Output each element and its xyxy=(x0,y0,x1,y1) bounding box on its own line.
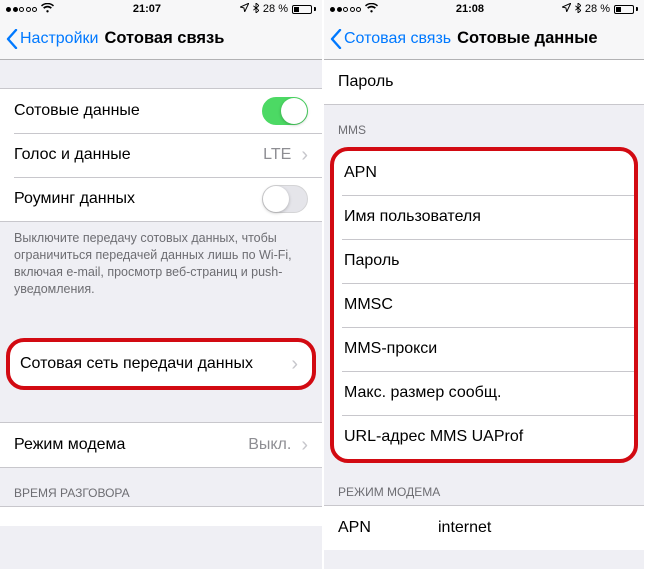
signal-dots-icon xyxy=(330,7,361,12)
label: MMS-прокси xyxy=(344,340,437,358)
bluetooth-icon xyxy=(575,3,581,16)
value: internet xyxy=(438,519,630,537)
highlight-network: Сотовая сеть передачи данных › xyxy=(6,338,316,390)
row-roaming[interactable]: Роуминг данных xyxy=(0,177,322,221)
battery-percent: 28 % xyxy=(263,3,288,15)
location-icon xyxy=(562,3,571,15)
footnote-cellular: Выключите передачу сотовых данных, чтобы… xyxy=(0,222,322,306)
wifi-icon xyxy=(365,3,378,16)
battery-percent: 28 % xyxy=(585,3,610,15)
chevron-right-icon: › xyxy=(291,354,298,374)
row-mms-mmsc[interactable]: MMSC xyxy=(334,283,634,327)
location-icon xyxy=(240,3,249,15)
chevron-left-icon xyxy=(330,29,342,49)
row-mms-apn[interactable]: APN xyxy=(334,151,634,195)
label: Макс. размер сообщ. xyxy=(344,384,501,402)
back-label: Сотовая связь xyxy=(344,30,451,48)
back-label: Настройки xyxy=(20,30,98,48)
section-call-time: ВРЕМЯ РАЗГОВОРА xyxy=(0,468,322,506)
back-button[interactable]: Сотовая связь xyxy=(330,29,451,49)
row-mms-size[interactable]: Макс. размер сообщ. xyxy=(334,371,634,415)
nav-title: Сотовая связь xyxy=(104,29,224,48)
group-hotspot-apn: APN internet xyxy=(324,505,644,550)
switch-roaming[interactable] xyxy=(262,185,308,213)
back-button[interactable]: Настройки xyxy=(6,29,98,49)
row-voice-data[interactable]: Голос и данные LTE › xyxy=(0,133,322,177)
row-password-top[interactable]: Пароль xyxy=(324,60,644,104)
switch-cellular-data[interactable] xyxy=(262,97,308,125)
battery-icon xyxy=(292,5,316,14)
screen-cellular-data: 21:08 28 % Сотовая связь Сотовые данные … xyxy=(322,0,644,569)
value: Выкл. xyxy=(248,436,291,454)
label: Роуминг данных xyxy=(14,190,135,208)
row-mms-proxy[interactable]: MMS-прокси xyxy=(334,327,634,371)
chevron-left-icon xyxy=(6,29,18,49)
row-mms-uaprof[interactable]: URL-адрес MMS UAProf xyxy=(334,415,634,459)
group-data-options: Сотовые данные Голос и данные LTE › Роум… xyxy=(0,88,322,222)
label: APN xyxy=(344,164,377,182)
status-bar: 21:08 28 % xyxy=(324,0,644,18)
label: Режим модема xyxy=(14,436,125,454)
nav-bar: Настройки Сотовая связь xyxy=(0,18,322,60)
chevron-right-icon: › xyxy=(301,145,308,165)
nav-bar: Сотовая связь Сотовые данные xyxy=(324,18,644,60)
row-hotspot[interactable]: Режим модема Выкл. › xyxy=(0,423,322,467)
label: APN xyxy=(338,519,418,537)
group-hotspot: Режим модема Выкл. › xyxy=(0,422,322,468)
row-mms-pass[interactable]: Пароль xyxy=(334,239,634,283)
row-cellular-network[interactable]: Сотовая сеть передачи данных › xyxy=(10,342,312,386)
label: Пароль xyxy=(344,252,400,270)
status-bar: 21:07 28 % xyxy=(0,0,322,18)
wifi-icon xyxy=(41,3,54,16)
value: LTE xyxy=(263,146,291,164)
nav-title: Сотовые данные xyxy=(457,29,597,48)
label: Сотовые данные xyxy=(14,102,140,120)
label: MMSC xyxy=(344,296,393,314)
row-cellular-data[interactable]: Сотовые данные xyxy=(0,89,322,133)
label: Голос и данные xyxy=(14,146,131,164)
row-hotspot-apn[interactable]: APN internet xyxy=(324,506,644,550)
battery-icon xyxy=(614,5,638,14)
section-hotspot: РЕЖИМ МОДЕМА xyxy=(324,467,644,505)
section-mms: MMS xyxy=(324,105,644,143)
bluetooth-icon xyxy=(253,3,259,16)
row-mms-user[interactable]: Имя пользователя xyxy=(334,195,634,239)
highlight-mms: APN Имя пользователя Пароль MMSC MMS-про… xyxy=(330,147,638,463)
group-top: Пароль xyxy=(324,60,644,105)
chevron-right-icon: › xyxy=(301,435,308,455)
label: URL-адрес MMS UAProf xyxy=(344,428,523,446)
label: Пароль xyxy=(338,73,394,91)
label: Сотовая сеть передачи данных xyxy=(20,355,253,373)
status-time: 21:07 xyxy=(133,3,161,15)
status-time: 21:08 xyxy=(456,3,484,15)
label: Имя пользователя xyxy=(344,208,481,226)
signal-dots-icon xyxy=(6,7,37,12)
group-call-time xyxy=(0,506,322,526)
screen-cellular: 21:07 28 % Настройки Сотовая связь Сотов… xyxy=(0,0,322,569)
